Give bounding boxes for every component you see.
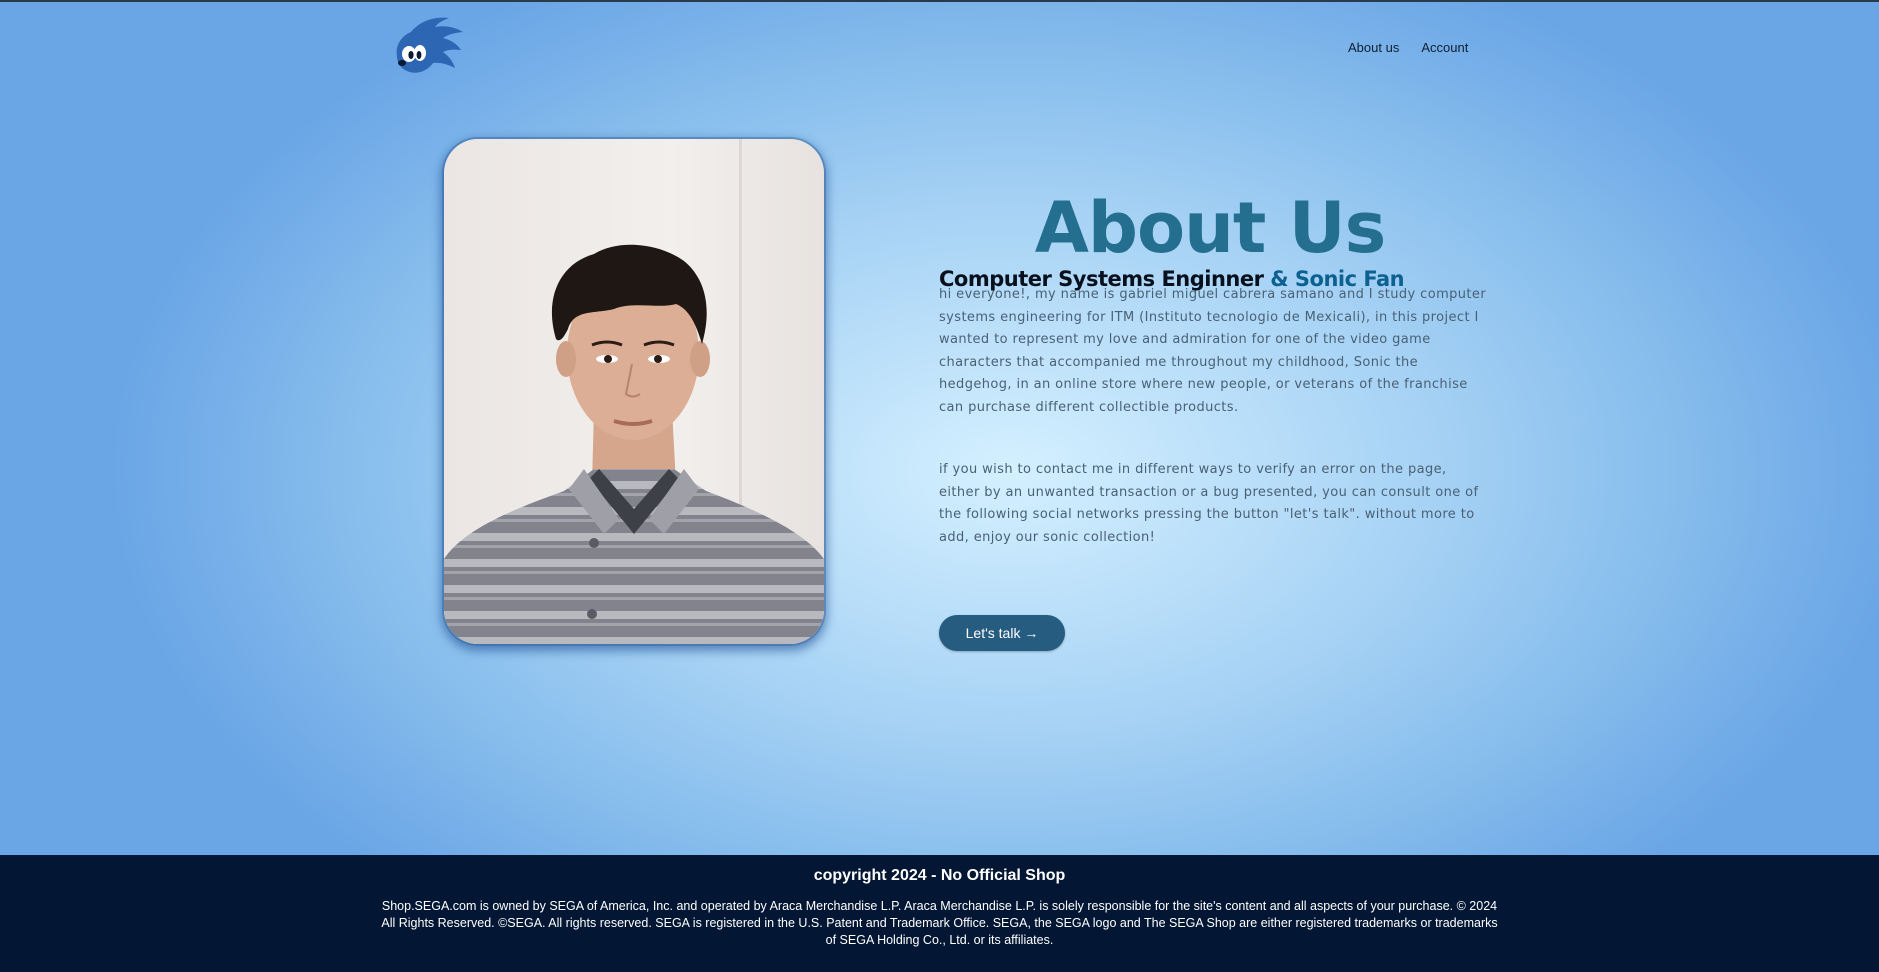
sonic-head-icon[interactable] bbox=[393, 16, 467, 76]
nav-account[interactable]: Account bbox=[1421, 40, 1468, 55]
intro-paragraph: hi everyone!, my name is gabriel miguel … bbox=[939, 287, 1487, 415]
profile-photo bbox=[444, 139, 824, 644]
lets-talk-button[interactable]: Let's talk → bbox=[939, 615, 1065, 651]
contact-paragraph: if you wish to contact me in different w… bbox=[939, 462, 1479, 545]
top-nav: About us Account bbox=[1348, 40, 1468, 55]
nav-about-us[interactable]: About us bbox=[1348, 40, 1399, 55]
top-border bbox=[0, 0, 1879, 2]
page-title: About Us bbox=[1034, 186, 1387, 269]
footer: copyright 2024 - No Official Shop Shop.S… bbox=[0, 855, 1879, 972]
footer-legal-text: Shop.SEGA.com is owned by SEGA of Americ… bbox=[381, 899, 1498, 947]
footer-title: copyright 2024 - No Official Shop bbox=[813, 867, 1066, 884]
